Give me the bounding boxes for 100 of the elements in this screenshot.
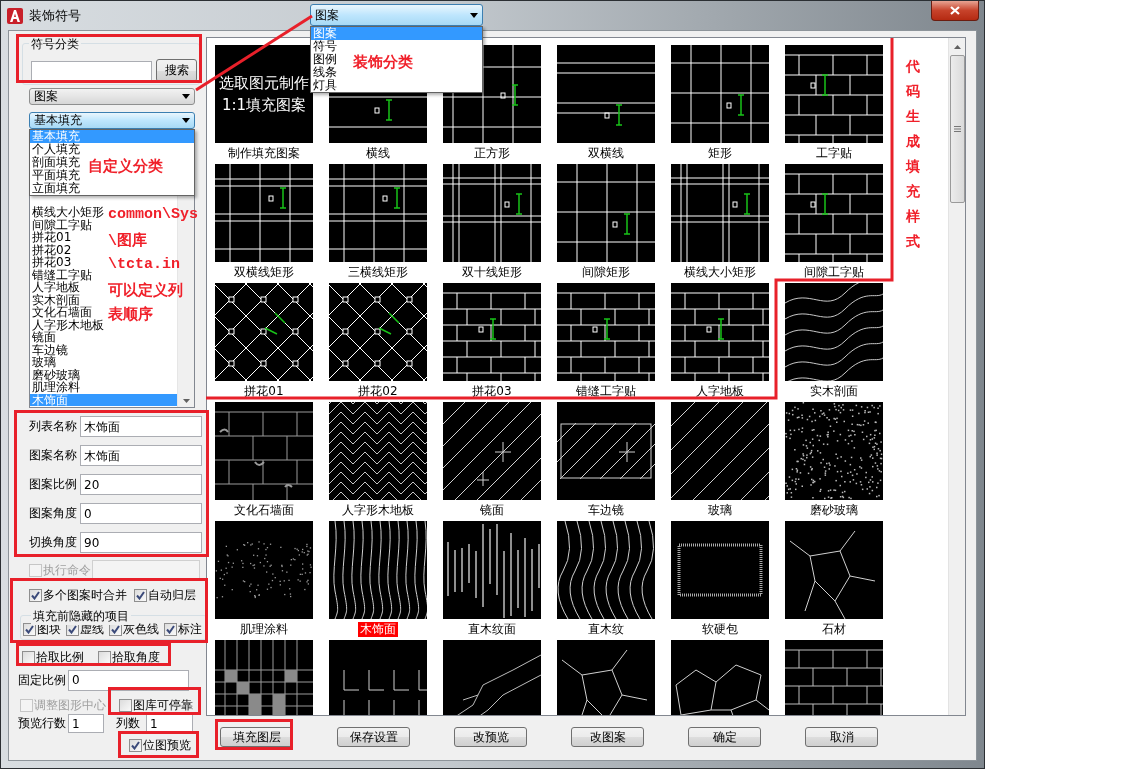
close-button[interactable]: [931, 1, 979, 21]
hatch-preview[interactable]: [443, 402, 541, 500]
hatch-name[interactable]: 三横线矩形: [346, 265, 410, 280]
list-item[interactable]: 横线大小矩形: [30, 206, 106, 219]
list-item[interactable]: 间隙工字贴: [30, 218, 94, 231]
dropdown-option[interactable]: 线条: [311, 66, 339, 79]
checkbox-label: 标注: [178, 621, 202, 638]
hatch-name[interactable]: 车边镜: [586, 503, 626, 518]
dropdown-value: 基本填充: [34, 112, 82, 129]
hatch-name[interactable]: 横线大小矩形: [682, 265, 758, 280]
text-field[interactable]: 90: [80, 531, 202, 553]
hatch-name[interactable]: 横线: [364, 146, 392, 161]
hatch-name[interactable]: 直木纹: [586, 622, 626, 637]
list-item[interactable]: 文化石墙面: [30, 306, 94, 319]
scroll-down-icon[interactable]: [182, 399, 190, 403]
category-dropdown[interactable]: 图案: [29, 88, 195, 105]
list-item[interactable]: 车边镜: [30, 343, 70, 356]
hatch-name[interactable]: 人字形木地板: [340, 503, 416, 518]
hatch-preview[interactable]: [557, 521, 655, 619]
list-item[interactable]: 玻璃: [30, 356, 58, 369]
dropdown-option[interactable]: 个人填充: [30, 143, 82, 156]
hatch-name[interactable]: 文化石墙面: [232, 503, 296, 518]
hatch-name[interactable]: 玻璃: [706, 503, 734, 518]
hatch-preview[interactable]: 选取图元制作 1:1填充图案: [215, 45, 313, 143]
hatch-preview[interactable]: [557, 402, 655, 500]
scroll-thumb[interactable]: [949, 55, 965, 203]
search-button[interactable]: 搜索: [156, 59, 197, 82]
checkbox[interactable]: [23, 623, 36, 636]
window-title: 装饰符号: [29, 6, 81, 25]
list-item[interactable]: 拼花02: [30, 243, 74, 256]
list-item[interactable]: 拼花01: [30, 231, 74, 244]
checkbox[interactable]: [29, 589, 42, 602]
subcategory-dropdown[interactable]: 基本填充: [29, 112, 195, 129]
list-item[interactable]: 镜面: [30, 331, 58, 344]
hatch-preview[interactable]: [443, 521, 541, 619]
dropdown-option[interactable]: 图例: [311, 53, 339, 66]
hatch-name[interactable]: 双横线: [586, 146, 626, 161]
hatch-name[interactable]: 拼花02: [356, 384, 400, 399]
hatch-name[interactable]: 石材: [820, 622, 848, 637]
hatch-name[interactable]: 拼花01: [242, 384, 286, 399]
text-field[interactable]: 木饰面: [80, 415, 202, 437]
checkbox[interactable]: [119, 699, 132, 712]
hatch-preview[interactable]: [329, 402, 427, 500]
hatch-preview[interactable]: [671, 402, 769, 500]
dropdown-option[interactable]: 符号: [311, 40, 339, 53]
list-item[interactable]: 肌理涂料: [30, 381, 82, 394]
dropdown-option[interactable]: 剖面填充: [30, 156, 82, 169]
category-dropdown[interactable]: 图案: [310, 4, 483, 26]
hatch-name[interactable]: 镜面: [478, 503, 506, 518]
dialog-button[interactable]: 改图案: [571, 727, 644, 747]
hatch-name[interactable]: 间隙工字贴: [802, 265, 866, 280]
dropdown-option[interactable]: 平面填充: [30, 169, 82, 182]
hatch-name[interactable]: 人字地板: [694, 384, 746, 399]
hatch-name[interactable]: 实木剖面: [808, 384, 860, 399]
hatch-name[interactable]: 工字贴: [814, 146, 854, 161]
hatch-name[interactable]: 双横线矩形: [232, 265, 296, 280]
hatch-preview[interactable]: [785, 402, 883, 500]
field-label: 切换角度: [28, 533, 78, 551]
hatch-name[interactable]: 直木纹面: [466, 622, 518, 637]
dropdown-option[interactable]: 灯具: [311, 79, 339, 92]
checkbox[interactable]: [129, 739, 142, 752]
text-field[interactable]: 1: [68, 714, 104, 733]
list-item[interactable]: 磨砂玻璃: [30, 368, 82, 381]
hatch-name[interactable]: 磨砂玻璃: [808, 503, 860, 518]
text-field[interactable]: 0: [80, 502, 202, 524]
annotation-text: \tcta.in: [108, 256, 180, 273]
checkbox[interactable]: [134, 589, 147, 602]
text-field[interactable]: 木饰面: [80, 444, 202, 466]
dialog-button[interactable]: 保存设置: [337, 727, 410, 747]
hatch-name[interactable]: 双十线矩形: [460, 265, 524, 280]
dialog-button[interactable]: 取消: [805, 727, 878, 747]
dialog-button[interactable]: 确定: [688, 727, 761, 747]
hatch-name[interactable]: 制作填充图案: [226, 146, 302, 161]
checkbox[interactable]: [164, 623, 177, 636]
scrollbar[interactable]: [948, 38, 965, 715]
hatch-name[interactable]: 软硬包: [700, 622, 740, 637]
list-item[interactable]: 错缝工字贴: [30, 268, 94, 281]
hatch-preview[interactable]: [329, 521, 427, 619]
hatch-preview[interactable]: [671, 521, 769, 619]
hatch-preview[interactable]: [785, 283, 883, 381]
list-item[interactable]: 拼花03: [30, 256, 74, 269]
hatch-name[interactable]: 木饰面: [358, 622, 398, 637]
search-field[interactable]: [31, 61, 152, 82]
hatch-name[interactable]: 拼花03: [470, 384, 514, 399]
list-item[interactable]: 实木剖面: [30, 293, 82, 306]
hatch-name[interactable]: 矩形: [706, 146, 734, 161]
text-field[interactable]: 0: [68, 670, 189, 691]
hatch-preview[interactable]: [215, 640, 313, 715]
dialog-button[interactable]: 填充图层: [220, 727, 293, 747]
scroll-up-icon[interactable]: [953, 45, 961, 49]
dialog-button[interactable]: 改预览: [454, 727, 527, 747]
hatch-name[interactable]: 间隙矩形: [580, 265, 632, 280]
hatch-name[interactable]: 正方形: [472, 146, 512, 161]
list-item[interactable]: 人字地板: [30, 281, 82, 294]
hatch-name[interactable]: 肌理涂料: [238, 622, 290, 637]
dropdown-option[interactable]: 立面填充: [30, 182, 82, 195]
list-item[interactable]: 人字形木地板: [30, 318, 106, 331]
hatch-name[interactable]: 错缝工字贴: [574, 384, 638, 399]
hatch-preview[interactable]: [671, 640, 769, 715]
text-field[interactable]: 20: [80, 473, 202, 495]
